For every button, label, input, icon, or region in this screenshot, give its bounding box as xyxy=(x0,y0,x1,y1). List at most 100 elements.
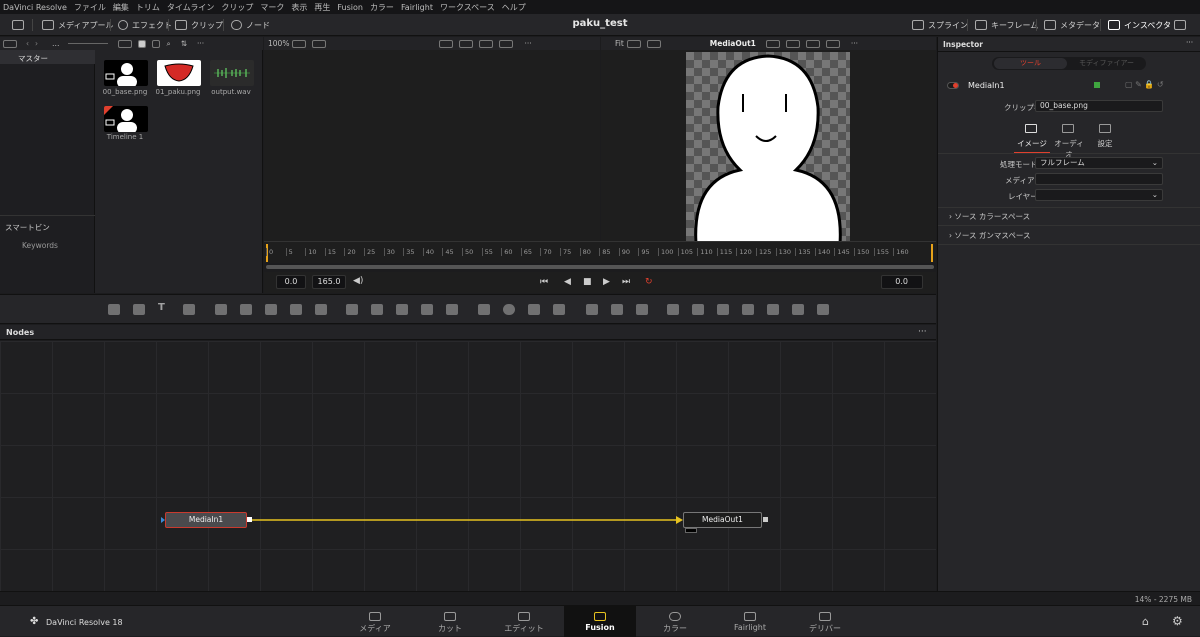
grid-view-icon[interactable] xyxy=(137,39,146,48)
metadata-button[interactable]: メタデータ xyxy=(1044,18,1100,32)
layer-select[interactable]: ⌄ xyxy=(1035,189,1163,201)
options-icon[interactable]: ··· xyxy=(197,39,204,48)
play-reverse-icon[interactable]: ◀ xyxy=(564,277,571,287)
page-cut[interactable]: カット xyxy=(415,606,485,637)
right-viewer[interactable] xyxy=(601,50,936,241)
timeline-thumbnail[interactable] xyxy=(104,106,148,132)
polygon-mask-icon[interactable] xyxy=(528,304,540,315)
menu-item[interactable]: 編集 xyxy=(113,2,129,13)
source-gamma-section[interactable]: › ソース ガンマスペース xyxy=(949,230,1031,241)
clips-button[interactable]: クリップ xyxy=(175,18,223,32)
list-view-icon[interactable] xyxy=(3,39,17,48)
subtab-settings[interactable]: 設定 xyxy=(1090,138,1120,149)
menu-item[interactable]: マーク xyxy=(260,2,284,13)
media-id-field[interactable] xyxy=(1035,173,1163,185)
left-viewer[interactable] xyxy=(264,50,600,241)
menu-item[interactable]: Fairlight xyxy=(401,3,433,12)
blur-tool-icon[interactable] xyxy=(240,304,252,315)
paint-tool-icon[interactable] xyxy=(133,304,145,315)
display-icon[interactable] xyxy=(646,39,661,48)
merge3d-icon[interactable] xyxy=(692,304,704,315)
bin-master[interactable]: マスター xyxy=(0,50,95,64)
color-icon[interactable] xyxy=(459,39,474,48)
display-icon[interactable] xyxy=(312,39,327,48)
camera3d-icon[interactable] xyxy=(742,304,754,315)
timeline-ruler[interactable]: 0 5 10 15 20 25 30 35 40 45 50 55 60 65 70 75 80 85 90 95 10… xyxy=(264,241,936,263)
drop-icon[interactable] xyxy=(315,304,327,315)
page-edit[interactable]: エディット xyxy=(489,606,559,637)
inspector-header-icons[interactable]: ▢ ✎ 🔒 ↺ xyxy=(1125,80,1164,89)
toggle-panel-button[interactable] xyxy=(12,18,28,32)
ellipse-mask-icon[interactable] xyxy=(503,304,515,315)
process-mode-select[interactable]: フルフレーム ⌄ xyxy=(1035,157,1163,169)
channel-icon[interactable] xyxy=(371,304,383,315)
node-media-out[interactable]: MediaOut1 xyxy=(683,512,762,528)
bspline-mask-icon[interactable] xyxy=(553,304,565,315)
page-fusion[interactable]: Fusion xyxy=(564,606,636,637)
page-media[interactable]: メディア xyxy=(340,606,410,637)
tab-modifiers[interactable]: モディファイアー xyxy=(1069,58,1144,69)
sort-icon[interactable]: ⇅ xyxy=(181,39,187,48)
scrub-bar[interactable] xyxy=(266,265,934,269)
loop-icon[interactable]: ↻ xyxy=(645,277,653,287)
home-icon[interactable]: ⌂ xyxy=(1142,615,1149,628)
frame-icon[interactable] xyxy=(499,39,514,48)
zoom-right[interactable]: Fit xyxy=(615,39,624,48)
tracker-icon[interactable] xyxy=(586,304,598,315)
page-deliver[interactable]: デリバー xyxy=(790,606,860,637)
render-end-field[interactable]: 165.0 xyxy=(312,275,346,289)
clip-thumbnail-output-wav[interactable] xyxy=(210,60,254,86)
view-options-icon[interactable] xyxy=(626,39,641,48)
clip-thumbnail-00-base[interactable] xyxy=(104,60,148,86)
clip-thumbnail-01-paku[interactable] xyxy=(157,60,201,86)
viewer-options-icon[interactable]: ··· xyxy=(524,39,531,48)
rectangle-mask-icon[interactable] xyxy=(478,304,490,315)
color-corrector-icon[interactable] xyxy=(265,304,277,315)
render-start-field[interactable]: 0.0 xyxy=(276,275,306,289)
text-tool-icon[interactable]: T xyxy=(158,302,170,313)
more-icon[interactable]: … xyxy=(52,39,60,48)
stop-icon[interactable]: ■ xyxy=(583,277,592,287)
background-tool-icon[interactable] xyxy=(108,304,120,315)
text3d-icon[interactable] xyxy=(717,304,729,315)
menu-item[interactable]: Fusion xyxy=(337,3,363,12)
subtab-image[interactable]: イメージ xyxy=(1014,138,1050,153)
grid-icon[interactable] xyxy=(805,39,820,48)
effects-button[interactable]: エフェクト xyxy=(118,18,172,32)
node-output-port[interactable] xyxy=(763,517,768,522)
viewer-options-icon[interactable]: ··· xyxy=(851,39,858,48)
brush-tool-icon[interactable] xyxy=(183,304,195,315)
planar-tracker-icon[interactable] xyxy=(611,304,623,315)
skip-to-start-icon[interactable]: ⏮ xyxy=(540,277,548,287)
menu-item[interactable]: ワークスペース xyxy=(440,2,495,13)
grid-icon[interactable] xyxy=(479,39,494,48)
menu-item[interactable]: DaVinci Resolve xyxy=(3,3,67,12)
menu-item[interactable]: ヘルプ xyxy=(502,2,526,13)
media-pool-button[interactable]: メディアプール xyxy=(42,18,113,32)
renderer3d-icon[interactable] xyxy=(767,304,779,315)
menu-item[interactable]: タイムライン xyxy=(167,2,214,13)
timecode-field[interactable]: 0.0 xyxy=(881,275,923,289)
clip-name-field[interactable]: 00_base.png xyxy=(1035,100,1163,112)
forward-icon[interactable]: › xyxy=(35,39,38,48)
node-color-swatch[interactable] xyxy=(1094,82,1100,88)
menu-item[interactable]: カラー xyxy=(370,2,394,13)
play-icon[interactable]: ▶ xyxy=(603,277,610,287)
roi-icon[interactable] xyxy=(765,39,780,48)
menu-item[interactable]: クリップ xyxy=(221,2,253,13)
zoom-left[interactable]: 100% xyxy=(268,39,289,48)
imageplane-icon[interactable] xyxy=(817,304,829,315)
transform-icon[interactable] xyxy=(446,304,458,315)
menu-item[interactable]: ファイル xyxy=(74,2,106,13)
frame-icon[interactable] xyxy=(825,39,840,48)
menu-item[interactable]: トリム xyxy=(136,2,160,13)
node-editor[interactable]: MediaIn1 MediaOut1 xyxy=(0,341,936,591)
merge-icon[interactable] xyxy=(346,304,358,315)
inspector-button[interactable]: インスペクタ xyxy=(1108,18,1171,32)
resize-icon[interactable] xyxy=(421,304,433,315)
spline-button[interactable]: スプライン xyxy=(912,18,968,32)
menu-item[interactable]: 表示 xyxy=(291,2,307,13)
light-icon[interactable] xyxy=(792,304,804,315)
nodes-options-icon[interactable]: ··· xyxy=(918,327,927,337)
back-icon[interactable]: ‹ xyxy=(26,39,29,48)
